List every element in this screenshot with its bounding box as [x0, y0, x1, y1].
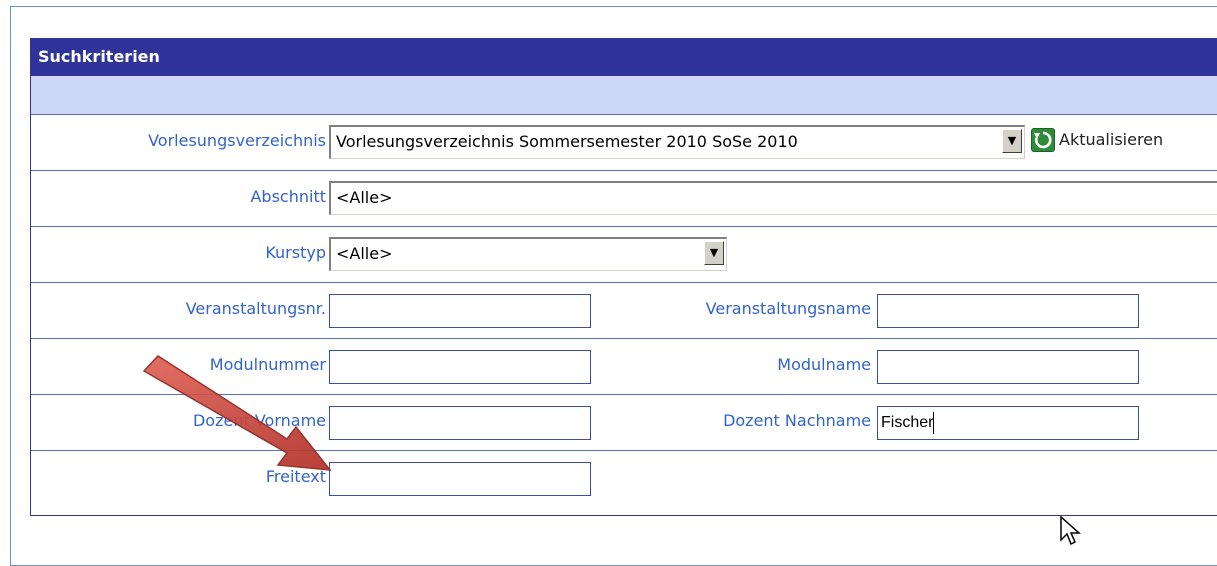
- row-freitext: Freitext: [31, 451, 1217, 507]
- row-vorlesungsverzeichnis: Vorlesungsverzeichnis Vorlesungsverzeich…: [31, 115, 1217, 171]
- dropdown-arrow-icon[interactable]: ▼: [704, 241, 724, 265]
- modulname-input[interactable]: [877, 350, 1139, 384]
- abschnitt-label: Abschnitt: [250, 187, 326, 206]
- row-veranstaltung: Veranstaltungsnr. Veranstaltungsname: [31, 283, 1217, 339]
- dropdown-arrow-icon[interactable]: ▼: [1002, 129, 1022, 153]
- refresh-icon[interactable]: [1031, 128, 1055, 152]
- row-abschnitt: Abschnitt <Alle>: [31, 171, 1217, 227]
- vorlesungsverzeichnis-select[interactable]: Vorlesungsverzeichnis Sommersemester 201…: [329, 125, 1025, 159]
- abschnitt-select[interactable]: <Alle>: [329, 181, 1217, 215]
- mouse-cursor-icon: [1060, 516, 1081, 546]
- search-criteria-panel: Suchkriterien Vorlesungsverzeichnis Vorl…: [30, 38, 1217, 516]
- vorlesungsverzeichnis-label: Vorlesungsverzeichnis: [148, 131, 326, 150]
- kurstyp-label: Kurstyp: [265, 243, 326, 262]
- modulname-label: Modulname: [777, 355, 871, 374]
- panel-title: Suchkriterien: [31, 38, 1217, 76]
- abschnitt-value: <Alle>: [336, 188, 393, 207]
- vorlesungsverzeichnis-value: Vorlesungsverzeichnis Sommersemester 201…: [336, 132, 798, 151]
- veranstaltungsnr-input[interactable]: [329, 294, 591, 328]
- dozent-nachname-value: Fischer: [881, 414, 934, 431]
- dozent-nachname-label: Dozent Nachname: [723, 411, 871, 430]
- kurstyp-select[interactable]: <Alle> ▼: [329, 237, 727, 271]
- kurstyp-value: <Alle>: [336, 244, 393, 263]
- text-caret: [933, 411, 935, 434]
- dozent-vorname-label: Dozent Vorname: [192, 411, 326, 430]
- row-kurstyp: Kurstyp <Alle> ▼: [31, 227, 1217, 283]
- panel-subheader-bar: [31, 76, 1217, 115]
- freitext-label: Freitext: [265, 467, 326, 486]
- modulnummer-input[interactable]: [329, 350, 591, 384]
- veranstaltungsname-input[interactable]: [877, 294, 1139, 328]
- dozent-nachname-input[interactable]: Fischer: [877, 406, 1139, 440]
- row-modul: Modulnummer Modulname: [31, 339, 1217, 395]
- row-dozent: Dozent Vorname Dozent Nachname Fischer: [31, 395, 1217, 451]
- dozent-vorname-input[interactable]: [329, 406, 591, 440]
- freitext-input[interactable]: [329, 462, 591, 496]
- veranstaltungsname-label: Veranstaltungsname: [705, 299, 871, 318]
- modulnummer-label: Modulnummer: [209, 355, 326, 374]
- refresh-link[interactable]: Aktualisieren: [1059, 130, 1163, 149]
- veranstaltungsnr-label: Veranstaltungsnr.: [185, 299, 326, 318]
